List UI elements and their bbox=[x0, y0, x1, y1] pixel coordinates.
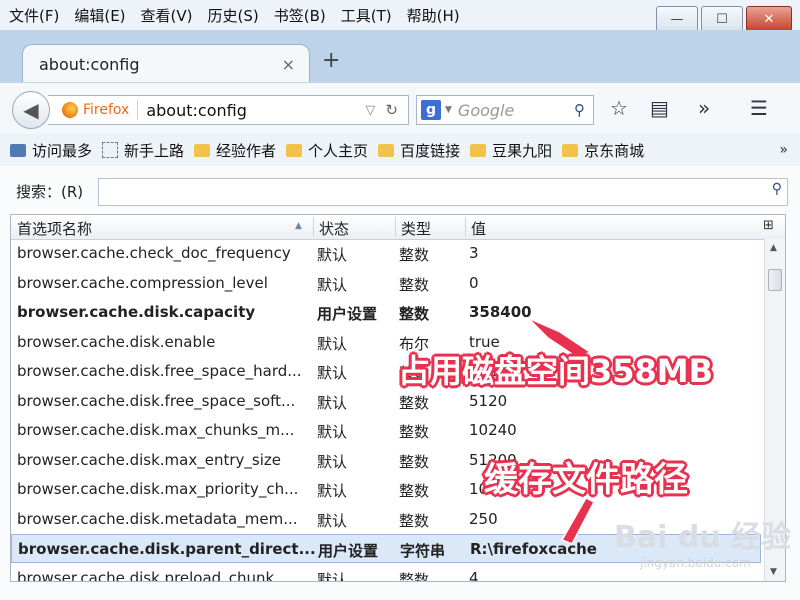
watermark-url: jingyan.baidu.com bbox=[640, 556, 751, 570]
annotation-capacity: 占用磁盘空间358MB bbox=[398, 352, 714, 390]
baidu-jingyan-watermark: Bai du 经验 bbox=[614, 520, 792, 555]
annotation-path: 缓存文件路径 bbox=[484, 460, 688, 500]
arrow-to-path bbox=[560, 497, 596, 545]
annotation-arrows bbox=[527, 317, 596, 545]
